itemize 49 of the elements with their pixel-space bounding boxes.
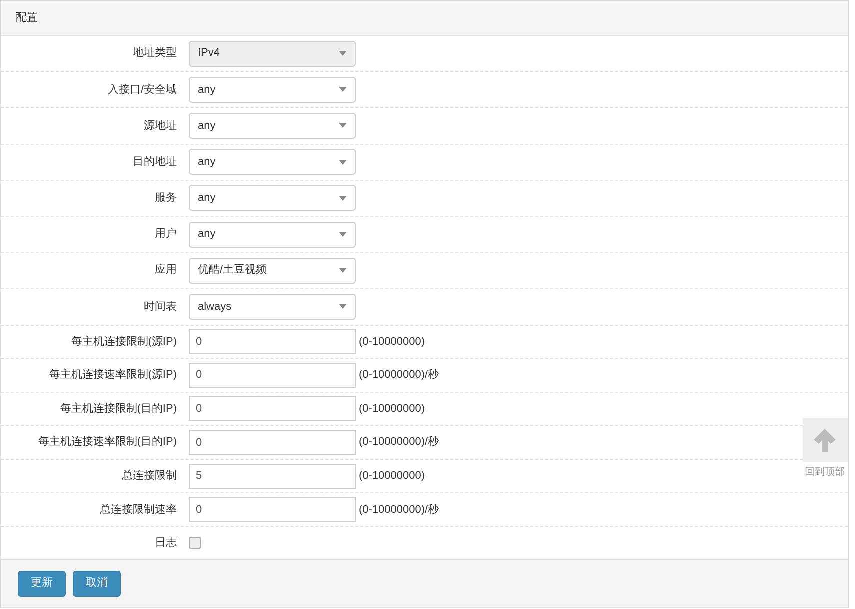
field-label: 总连接限制速率 — [100, 502, 177, 518]
dropdown[interactable]: any — [189, 112, 356, 139]
range-hint: (0-10000000) — [359, 334, 426, 350]
input-field[interactable]: 0 — [189, 430, 356, 456]
range-hint: (0-10000000)/秒 — [359, 435, 440, 450]
back-to-top-button[interactable] — [802, 418, 848, 462]
caret-icon — [339, 232, 347, 238]
field-label: 时间表 — [144, 300, 177, 315]
field-label: 应用 — [155, 262, 177, 278]
range-hint: (0-10000000)/秒 — [359, 368, 440, 384]
field-label: 每主机连接速率限制(源IP) — [49, 368, 177, 384]
range-hint: (0-10000000)/秒 — [359, 502, 440, 518]
caret-icon — [339, 87, 347, 92]
field-label: 地址类型 — [133, 46, 177, 62]
back-to-top-label: 回到顶部 — [805, 466, 845, 480]
dropdown[interactable]: 优酷/土豆视频 — [189, 258, 356, 284]
input-field[interactable]: 5 — [189, 464, 356, 489]
caret-icon — [339, 196, 347, 201]
field-label: 目的地址 — [133, 154, 177, 170]
field-label: 每主机连接限制(目的IP) — [60, 402, 177, 417]
caret-icon — [339, 123, 347, 128]
field-label: 总连接限制 — [122, 468, 177, 484]
caret-icon — [339, 304, 347, 310]
dropdown[interactable]: any — [189, 76, 356, 103]
field-label: 服务 — [155, 191, 177, 206]
field-label: 用户 — [155, 226, 177, 242]
caret-icon — [339, 51, 347, 56]
field-label: 每主机连接速率限制(目的IP) — [38, 434, 177, 450]
cancel-button[interactable]: 取消 — [73, 570, 121, 597]
field-label: 入接口/安全域 — [108, 82, 177, 98]
dropdown[interactable]: any — [189, 149, 356, 176]
field-label: 每主机连接限制(源IP) — [71, 334, 177, 350]
input-field[interactable]: 0 — [189, 396, 356, 422]
caret-icon — [339, 268, 347, 274]
dropdown[interactable]: any — [189, 185, 356, 212]
input-field[interactable]: 0 — [189, 362, 356, 388]
arrow-up-icon — [812, 427, 838, 453]
dropdown[interactable]: always — [189, 294, 356, 320]
input-field[interactable]: 0 — [189, 497, 356, 522]
checkbox[interactable] — [189, 537, 201, 550]
panel-title: 配置 — [16, 10, 38, 26]
field-label: 日志 — [155, 536, 177, 551]
caret-icon — [339, 160, 347, 165]
update-button[interactable]: 更新 — [18, 570, 66, 597]
field-label: 源地址 — [144, 118, 177, 134]
input-field[interactable]: 0 — [189, 329, 356, 354]
range-hint: (0-10000000) — [359, 468, 426, 484]
range-hint: (0-10000000) — [359, 402, 426, 417]
dropdown[interactable]: any — [189, 222, 356, 248]
